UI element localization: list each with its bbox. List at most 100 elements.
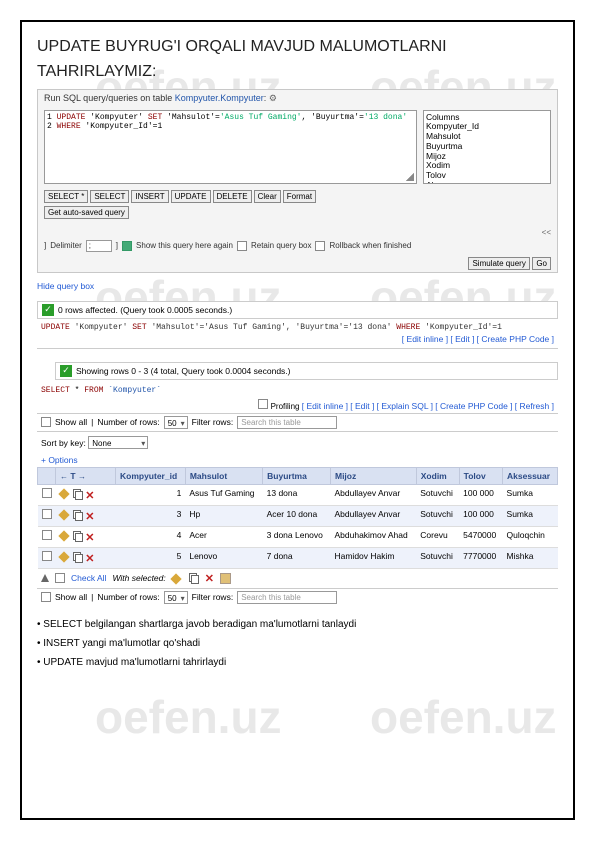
copy-icon[interactable] <box>73 531 83 541</box>
th-tolov[interactable]: Tolov <box>459 467 502 484</box>
sql-textarea[interactable]: 1 UPDATE 'Kompyuter' SET 'Mahsulot'='Asu… <box>44 110 417 184</box>
resize-handle-icon[interactable] <box>406 173 414 181</box>
check-all-checkbox[interactable] <box>55 573 65 583</box>
cell-mijoz: Hamidov Hakim <box>330 547 416 568</box>
showing-rows-bar: ✓ Showing rows 0 - 3 (4 total, Query too… <box>55 362 558 380</box>
row-checkbox[interactable] <box>42 488 52 498</box>
edit-icon[interactable] <box>60 551 71 562</box>
column-item[interactable]: Aksessuar <box>426 181 548 184</box>
cell-aks: Mishka <box>503 547 558 568</box>
copy-icon[interactable] <box>189 573 199 583</box>
cell-id: 5 <box>116 547 186 568</box>
delete-icon[interactable]: ✕ <box>205 572 214 585</box>
cell-xodim: Sotuvchi <box>416 505 459 526</box>
cell-aks: Quloqchin <box>503 526 558 547</box>
show-all-checkbox-bottom[interactable] <box>41 592 51 602</box>
retain-label: Retain query box <box>251 241 311 250</box>
hide-query-link[interactable]: Hide query box <box>37 281 94 291</box>
cell-buyurtma: 13 dona <box>263 484 331 505</box>
copy-icon[interactable] <box>73 510 83 520</box>
create-php-link[interactable]: [ Create PHP Code ] <box>477 334 554 344</box>
cell-aks: Sumka <box>503 484 558 505</box>
delete-icon[interactable]: ✕ <box>85 532 94 544</box>
filter-rows-input[interactable]: Search this table <box>237 416 337 429</box>
delimiter-input[interactable]: ; <box>86 240 112 252</box>
profiling-label: Profiling <box>271 402 300 411</box>
delete-icon[interactable]: ✕ <box>85 490 94 502</box>
create-php-link[interactable]: [ Create PHP Code ] <box>435 401 512 411</box>
column-insert-arrow[interactable]: << <box>38 228 557 237</box>
th-xodim[interactable]: Xodim <box>416 467 459 484</box>
sql-text: 'Kompyuter' <box>70 323 132 332</box>
cell-xodim: Sotuvchi <box>416 484 459 505</box>
export-icon[interactable] <box>220 573 231 584</box>
edit-link[interactable]: [ Edit ] <box>350 401 374 411</box>
sql-text: 'Kompyuter' <box>85 113 147 122</box>
sql-str: '13 dona' <box>364 113 407 122</box>
sort-by-key-select[interactable]: None <box>88 436 148 449</box>
query-result-bar: ✓ 0 rows affected. (Query took 0.0005 se… <box>37 301 558 319</box>
check-all-link[interactable]: Check All <box>71 573 106 583</box>
edit-icon[interactable] <box>60 509 71 520</box>
filter-rows-input-bottom[interactable]: Search this table <box>237 591 337 604</box>
edit-icon[interactable] <box>60 488 71 499</box>
sql-panel-header: Run SQL query/queries on table Kompyuter… <box>38 90 557 107</box>
sql-kw-set: SET <box>148 113 162 122</box>
delimiter-label: Delimiter <box>50 241 82 250</box>
refresh-link[interactable]: [ Refresh ] <box>515 401 554 411</box>
th-kompyuter-id[interactable]: Kompyuter_id <box>116 467 186 484</box>
insert-button[interactable]: INSERT <box>131 190 168 203</box>
copy-icon[interactable] <box>73 489 83 499</box>
go-button[interactable]: Go <box>532 257 551 270</box>
th-buyurtma[interactable]: Buyurtma <box>263 467 331 484</box>
profiling-checkbox[interactable] <box>258 399 268 409</box>
simulate-button[interactable]: Simulate query <box>468 257 529 270</box>
arrow-up-icon <box>41 574 49 582</box>
copy-icon[interactable] <box>73 552 83 562</box>
delete-icon[interactable]: ✕ <box>85 553 94 565</box>
select-button[interactable]: SELECT <box>90 190 129 203</box>
cell-mahsulot: Hp <box>185 505 262 526</box>
num-rows-select-bottom[interactable]: 50 <box>164 591 188 604</box>
rollback-checkbox[interactable] <box>315 241 325 251</box>
row-checkbox[interactable] <box>42 551 52 561</box>
gear-icon[interactable]: ⚙ <box>269 93 277 103</box>
num-rows-select[interactable]: 50 <box>164 416 188 429</box>
cell-mijoz: Abduhakimov Ahad <box>330 526 416 547</box>
delete-icon[interactable]: ✕ <box>85 511 94 523</box>
col-arrow-right[interactable]: → <box>78 472 86 481</box>
show-again-checkbox[interactable] <box>122 241 132 251</box>
th-aksessuar[interactable]: Aksessuar <box>503 467 558 484</box>
cell-tolov: 100 000 <box>459 484 502 505</box>
autosaved-button[interactable]: Get auto-saved query <box>44 206 129 219</box>
clear-button[interactable]: Clear <box>254 190 281 203</box>
results-table: ← T → Kompyuter_id Mahsulot Buyurtma Mij… <box>37 467 558 569</box>
options-toggle[interactable]: + Options <box>37 453 558 467</box>
format-button[interactable]: Format <box>283 190 316 203</box>
sql-kw-update: UPDATE <box>41 323 70 332</box>
run-sql-label: Run SQL query/queries on table <box>44 93 175 103</box>
edit-link[interactable]: [ Edit ] <box>450 334 474 344</box>
th-mahsulot[interactable]: Mahsulot <box>185 467 262 484</box>
row-checkbox[interactable] <box>42 530 52 540</box>
row-checkbox[interactable] <box>42 509 52 519</box>
explain-sql-link[interactable]: [ Explain SQL ] <box>377 401 433 411</box>
edit-icon[interactable] <box>172 573 183 584</box>
table-link[interactable]: Kompyuter.Kompyuter <box>175 93 264 103</box>
cell-tolov: 100 000 <box>459 505 502 526</box>
sql-kw-set: SET <box>132 323 146 332</box>
edit-icon[interactable] <box>60 530 71 541</box>
th-mijoz[interactable]: Mijoz <box>330 467 416 484</box>
update-button[interactable]: UPDATE <box>171 190 211 203</box>
columns-list[interactable]: Columns Kompyuter_Id Mahsulot Buyurtma M… <box>423 110 551 184</box>
sql-kw-select: SELECT <box>41 386 70 395</box>
col-arrow-left[interactable]: ← <box>60 472 68 481</box>
edit-inline-link[interactable]: [ Edit inline ] <box>402 334 448 344</box>
sql-kw-where: WHERE <box>396 323 420 332</box>
delete-button[interactable]: DELETE <box>213 190 252 203</box>
retain-checkbox[interactable] <box>237 241 247 251</box>
show-all-checkbox[interactable] <box>41 417 51 427</box>
edit-inline-link[interactable]: [ Edit inline ] <box>302 401 348 411</box>
table-row: ✕1Asus Tuf Gaming13 donaAbdullayev Anvar… <box>38 484 558 505</box>
select-star-button[interactable]: SELECT * <box>44 190 88 203</box>
